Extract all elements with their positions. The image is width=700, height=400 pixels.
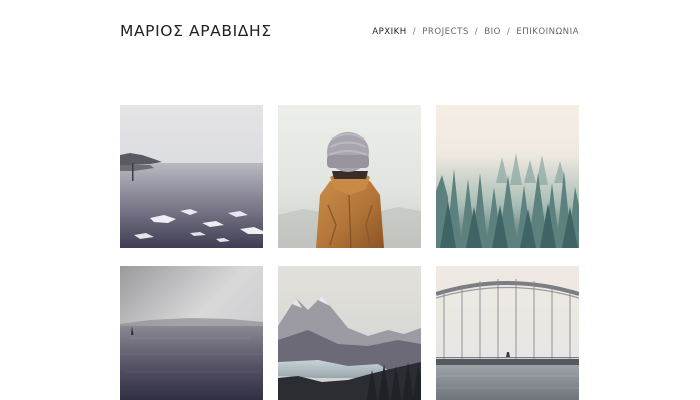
nav-item-projects[interactable]: PROJECTS — [422, 27, 469, 37]
portfolio-page: ΜΑΡΙΟΣ ΑΡΑΒΙΔΗΣ ΑΡΧΙΚΗ / PROJECTS / BIO … — [0, 0, 700, 400]
gallery-thumbnail-mountain-lake[interactable] — [278, 263, 421, 400]
calm-sea-image — [120, 266, 263, 400]
nav-item-bio[interactable]: BIO — [484, 27, 501, 37]
nav-item-contact[interactable]: ΕΠΙΚΟΙΝΩΝΙΑ — [516, 27, 579, 37]
foggy-forest-image — [436, 105, 579, 248]
nav-separator: / — [474, 27, 479, 37]
nav-item-home[interactable]: ΑΡΧΙΚΗ — [372, 27, 407, 37]
person-in-beanie-image — [278, 105, 421, 248]
gallery-thumbnail-misty-shoreline[interactable] — [120, 105, 263, 248]
mountain-lake-image — [278, 266, 421, 400]
main-nav: ΑΡΧΙΚΗ / PROJECTS / BIO / ΕΠΙΚΟΙΝΩΝΙΑ — [372, 27, 579, 37]
site-title[interactable]: ΜΑΡΙΟΣ ΑΡΑΒΙΔΗΣ — [120, 22, 272, 40]
arch-bridge-image — [436, 266, 579, 400]
nav-separator: / — [506, 27, 511, 37]
gallery-thumbnail-foggy-forest[interactable] — [436, 105, 579, 248]
nav-separator: / — [412, 27, 417, 37]
misty-shoreline-image — [120, 105, 263, 248]
gallery-thumbnail-arch-bridge[interactable] — [436, 263, 579, 400]
gallery-thumbnail-calm-sea[interactable] — [120, 263, 263, 400]
gallery-thumbnail-person-in-beanie[interactable] — [278, 105, 421, 248]
